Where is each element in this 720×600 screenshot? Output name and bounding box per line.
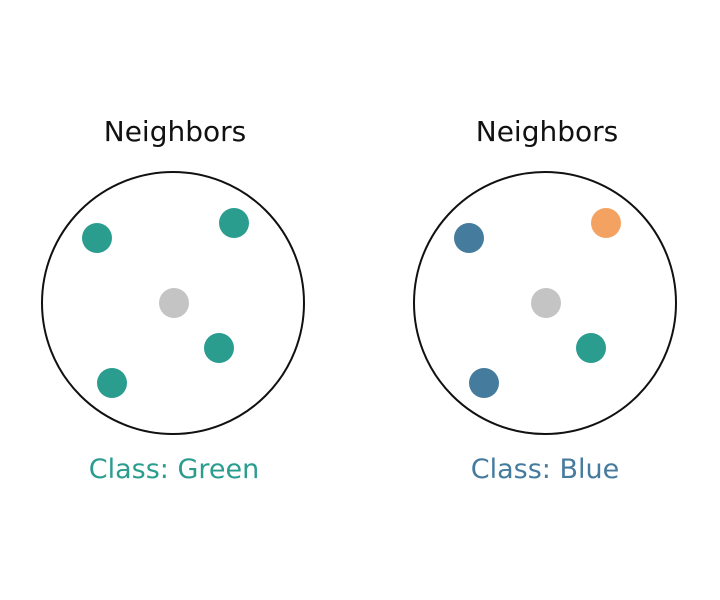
- neighbor-point-blue-right-1: [454, 223, 484, 253]
- panel-left: Neighbors Class: Green: [41, 115, 305, 485]
- neighbor-point-green-right-3: [576, 333, 606, 363]
- knn-diagram: Neighbors Class: Green Neighbors Class: …: [41, 115, 677, 485]
- panel-right-title: Neighbors: [476, 115, 618, 148]
- neighbor-point-green-left-4: [97, 368, 127, 398]
- query-point-right: [531, 288, 561, 318]
- neighbor-point-orange-right-2: [591, 208, 621, 238]
- panel-left-title: Neighbors: [104, 115, 246, 148]
- neighbor-point-green-left-1: [82, 223, 112, 253]
- points-left: [82, 208, 249, 398]
- neighbor-point-green-left-2: [219, 208, 249, 238]
- query-point-left: [159, 288, 189, 318]
- neighbor-point-blue-right-4: [469, 368, 499, 398]
- class-label-right: Class: Blue: [471, 454, 619, 485]
- points-right: [454, 208, 621, 398]
- neighbor-point-green-left-3: [204, 333, 234, 363]
- class-label-left: Class: Green: [89, 454, 259, 485]
- panel-right: Neighbors Class: Blue: [413, 115, 677, 485]
